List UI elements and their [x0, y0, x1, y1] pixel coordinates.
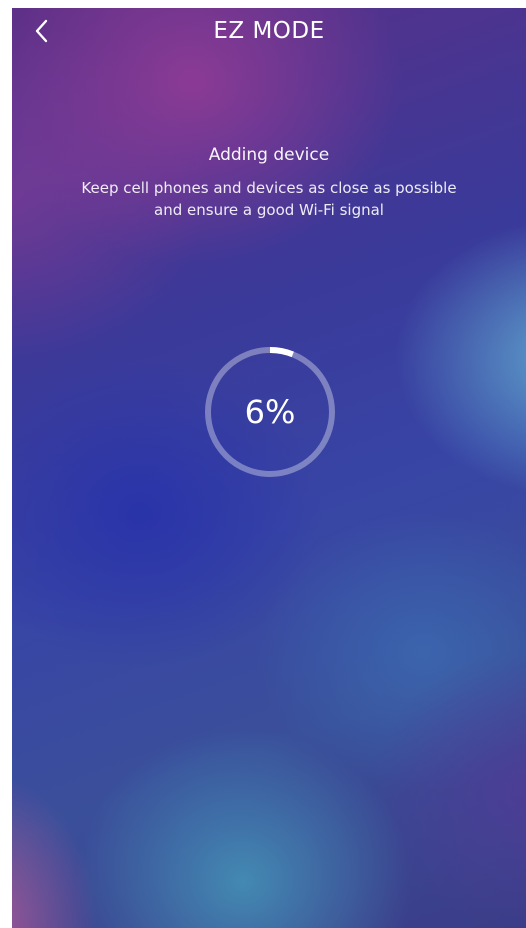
app-screen: EZ MODE Adding device Keep cell phones a… — [12, 8, 526, 928]
page-title: EZ MODE — [213, 18, 325, 44]
status-heading: Adding device — [208, 145, 330, 165]
progress-label: 6% — [244, 393, 296, 431]
status-message: Keep cell phones and devices as close as… — [81, 179, 457, 219]
header: EZ MODE — [12, 8, 526, 56]
progress-ring: 6% — [202, 344, 338, 480]
